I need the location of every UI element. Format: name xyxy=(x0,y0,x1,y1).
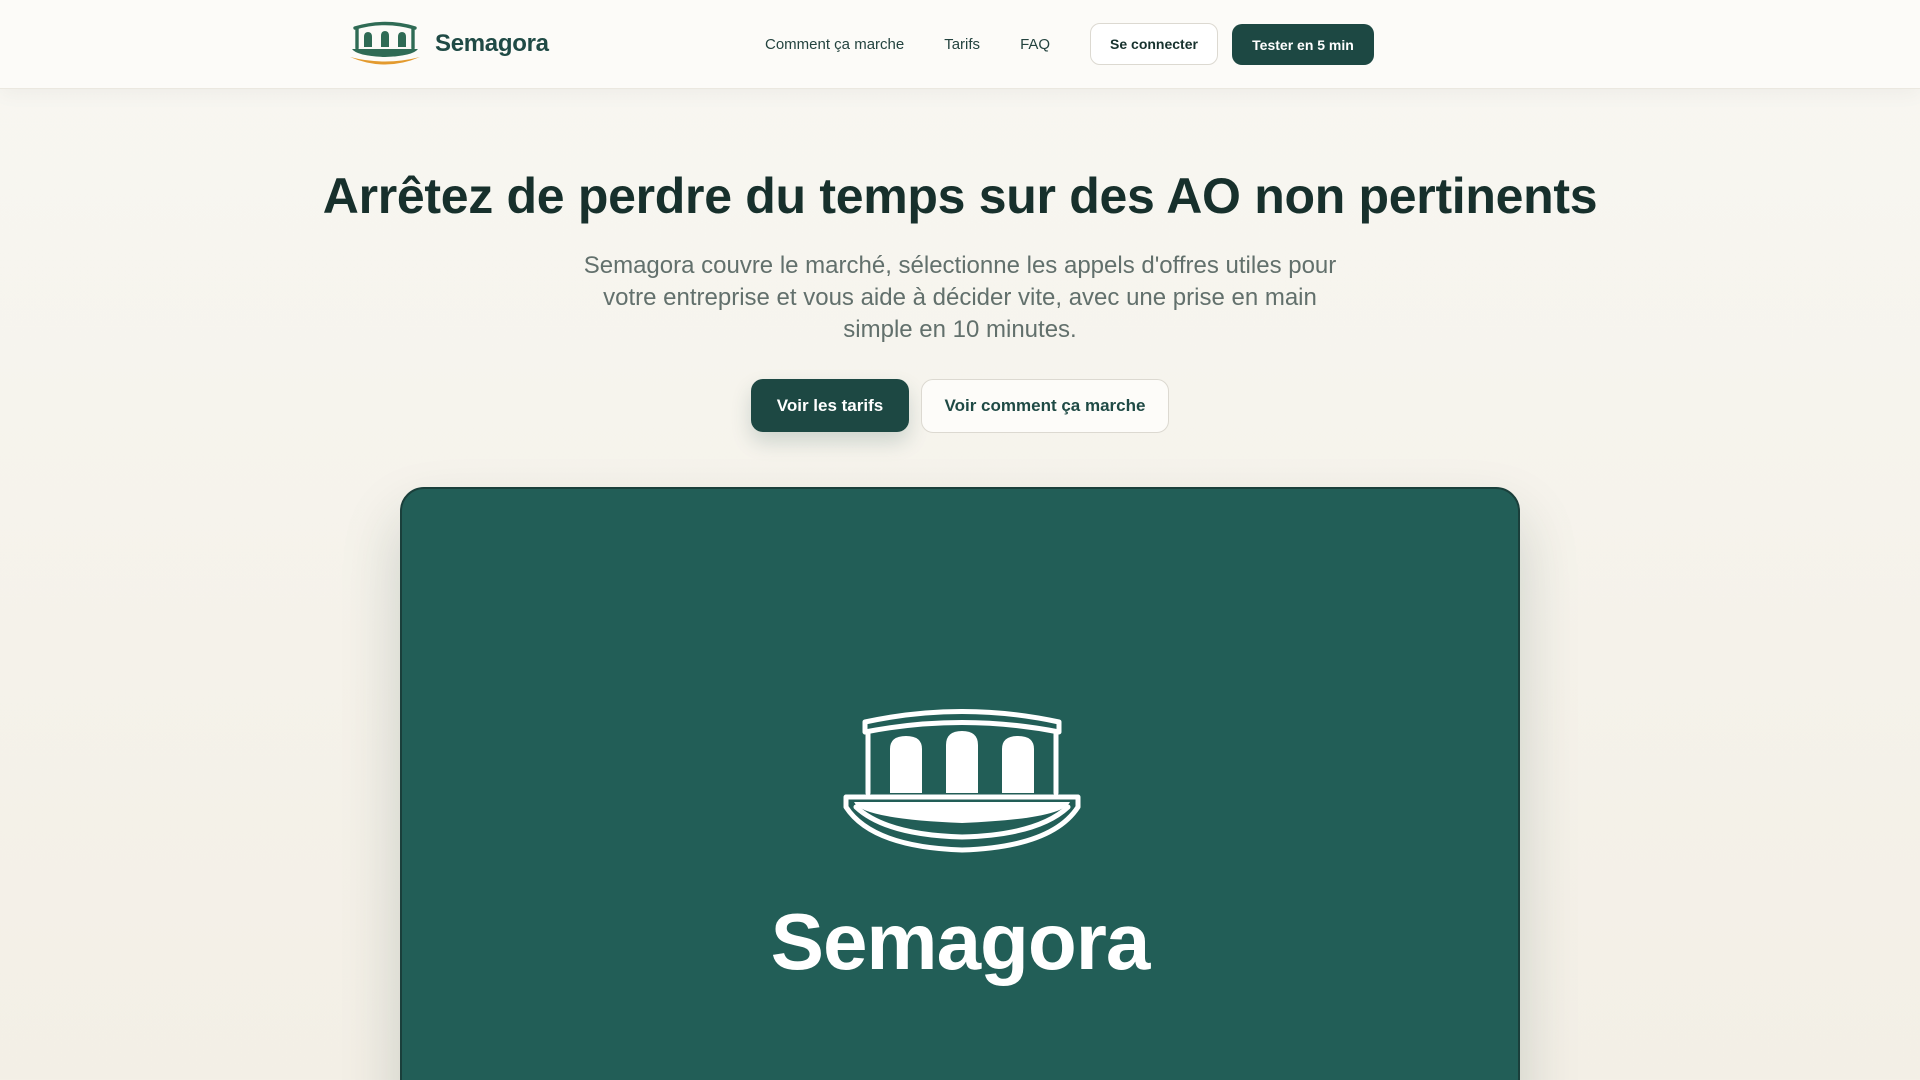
main-nav: Comment ça marche Tarifs FAQ xyxy=(765,0,1050,88)
view-pricing-button[interactable]: Voir les tarifs xyxy=(751,379,909,432)
nav-link-pricing[interactable]: Tarifs xyxy=(944,36,980,53)
semagora-arch-icon xyxy=(843,709,1081,853)
semagora-logo-icon xyxy=(350,21,420,65)
brand-name: Semagora xyxy=(435,30,549,57)
login-button[interactable]: Se connecter xyxy=(1090,23,1218,65)
top-navigation-bar: Semagora Comment ça marche Tarifs FAQ Se… xyxy=(0,0,1920,89)
brand-home-link[interactable]: Semagora xyxy=(347,20,549,68)
view-how-it-works-button[interactable]: Voir comment ça marche xyxy=(921,379,1169,433)
nav-link-how-it-works[interactable]: Comment ça marche xyxy=(765,36,904,53)
hero-subtitle: Semagora couvre le marché, sélectionne l… xyxy=(583,252,1337,343)
try-free-button[interactable]: Tester en 5 min xyxy=(1232,24,1374,65)
hero-title: Arrêtez de perdre du temps sur des AO no… xyxy=(322,168,1598,224)
nav-link-faq[interactable]: FAQ xyxy=(1020,36,1050,53)
hero-cta-group: Voir les tarifs Voir comment ça marche xyxy=(0,379,1920,433)
showcase-brand-name: Semagora xyxy=(770,897,1151,986)
brand-showcase-card: Semagora xyxy=(400,487,1520,1080)
